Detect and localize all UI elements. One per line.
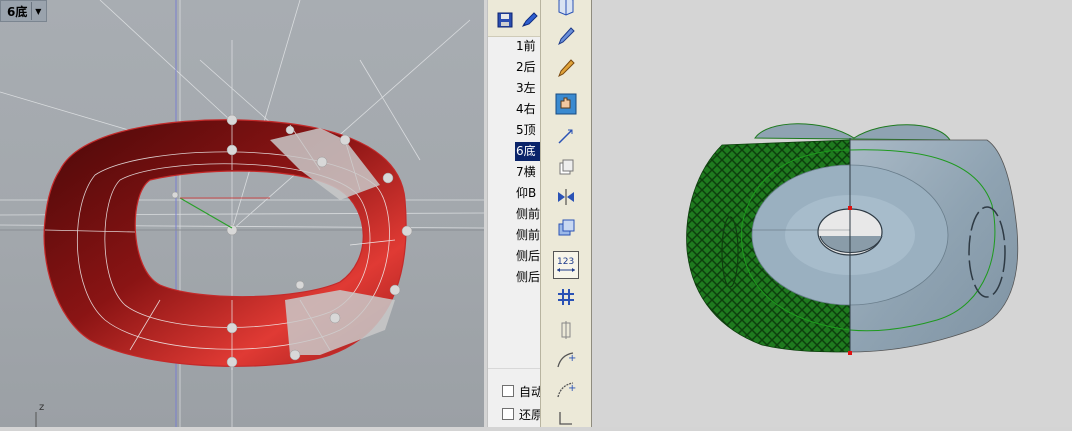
view-item-9[interactable]: 侧前 — [515, 205, 542, 224]
stacked-pages-icon[interactable] — [553, 216, 579, 240]
named-view-panel: 1前 2后 3左 4右 5顶 6底 7横 仰B 侧前 侧前 侧后 侧后 自动 还… — [487, 0, 543, 428]
auto-checkbox[interactable] — [502, 385, 514, 397]
view-item-7[interactable]: 7横 — [515, 163, 542, 182]
cube-select-icon[interactable] — [553, 0, 579, 18]
curve-plus-icon[interactable]: + — [553, 348, 579, 372]
view-options: 自动 还原 — [488, 368, 543, 428]
bottom-view-canvas[interactable]: z — [0, 0, 484, 427]
view-item-5[interactable]: 5顶 — [515, 121, 542, 140]
green-axis-line — [179, 197, 233, 229]
mirror-icon[interactable] — [553, 185, 579, 209]
chevron-down-icon[interactable]: ▼ — [31, 2, 44, 20]
viewport-title-text: 6底 — [7, 4, 28, 19]
corner-line-icon[interactable] — [553, 406, 579, 430]
vertical-toolbar: 123 + + — [540, 0, 593, 427]
red-point-bottom — [848, 351, 852, 355]
view-item-11[interactable]: 侧后 — [515, 247, 542, 266]
grid-icon[interactable] — [553, 285, 579, 309]
view-panel-toolbar — [488, 0, 541, 37]
pen-blue-icon[interactable] — [553, 24, 579, 48]
view-item-6-selected[interactable]: 6底 — [515, 142, 542, 161]
arrow-line-icon[interactable] — [553, 124, 579, 148]
copy-pages-icon[interactable] — [553, 155, 579, 179]
pencil-check-icon[interactable] — [521, 12, 539, 28]
view-item-4[interactable]: 4右 — [515, 100, 542, 119]
svg-text:123: 123 — [557, 257, 574, 267]
view-item-1[interactable]: 1前 — [515, 37, 542, 56]
view-item-12[interactable]: 侧后 — [515, 268, 542, 287]
right-viewport[interactable] — [592, 0, 1072, 427]
shaded-view-canvas[interactable] — [592, 0, 1072, 427]
svg-text:+: + — [568, 353, 576, 364]
split-icon[interactable] — [553, 318, 579, 342]
left-viewport[interactable]: z 6底 ▼ — [0, 0, 484, 427]
hand-pan-icon[interactable] — [553, 92, 579, 116]
save-icon[interactable] — [497, 12, 513, 28]
view-item-3[interactable]: 3左 — [515, 79, 542, 98]
z-axis-label: z — [39, 402, 44, 413]
view-item-8[interactable]: 仰B — [515, 184, 542, 203]
dimension-123-icon[interactable]: 123 — [553, 251, 579, 279]
curve-plus-2-icon[interactable]: + — [553, 378, 579, 402]
view-item-2[interactable]: 2后 — [515, 58, 542, 77]
viewport-title[interactable]: 6底 ▼ — [0, 0, 48, 22]
red-point-top — [848, 206, 852, 210]
pen-orange-icon[interactable] — [553, 56, 579, 80]
restore-checkbox[interactable] — [502, 408, 514, 420]
top-rim — [754, 123, 951, 141]
svg-text:+: + — [568, 383, 576, 394]
view-item-10[interactable]: 侧前 — [515, 226, 542, 245]
